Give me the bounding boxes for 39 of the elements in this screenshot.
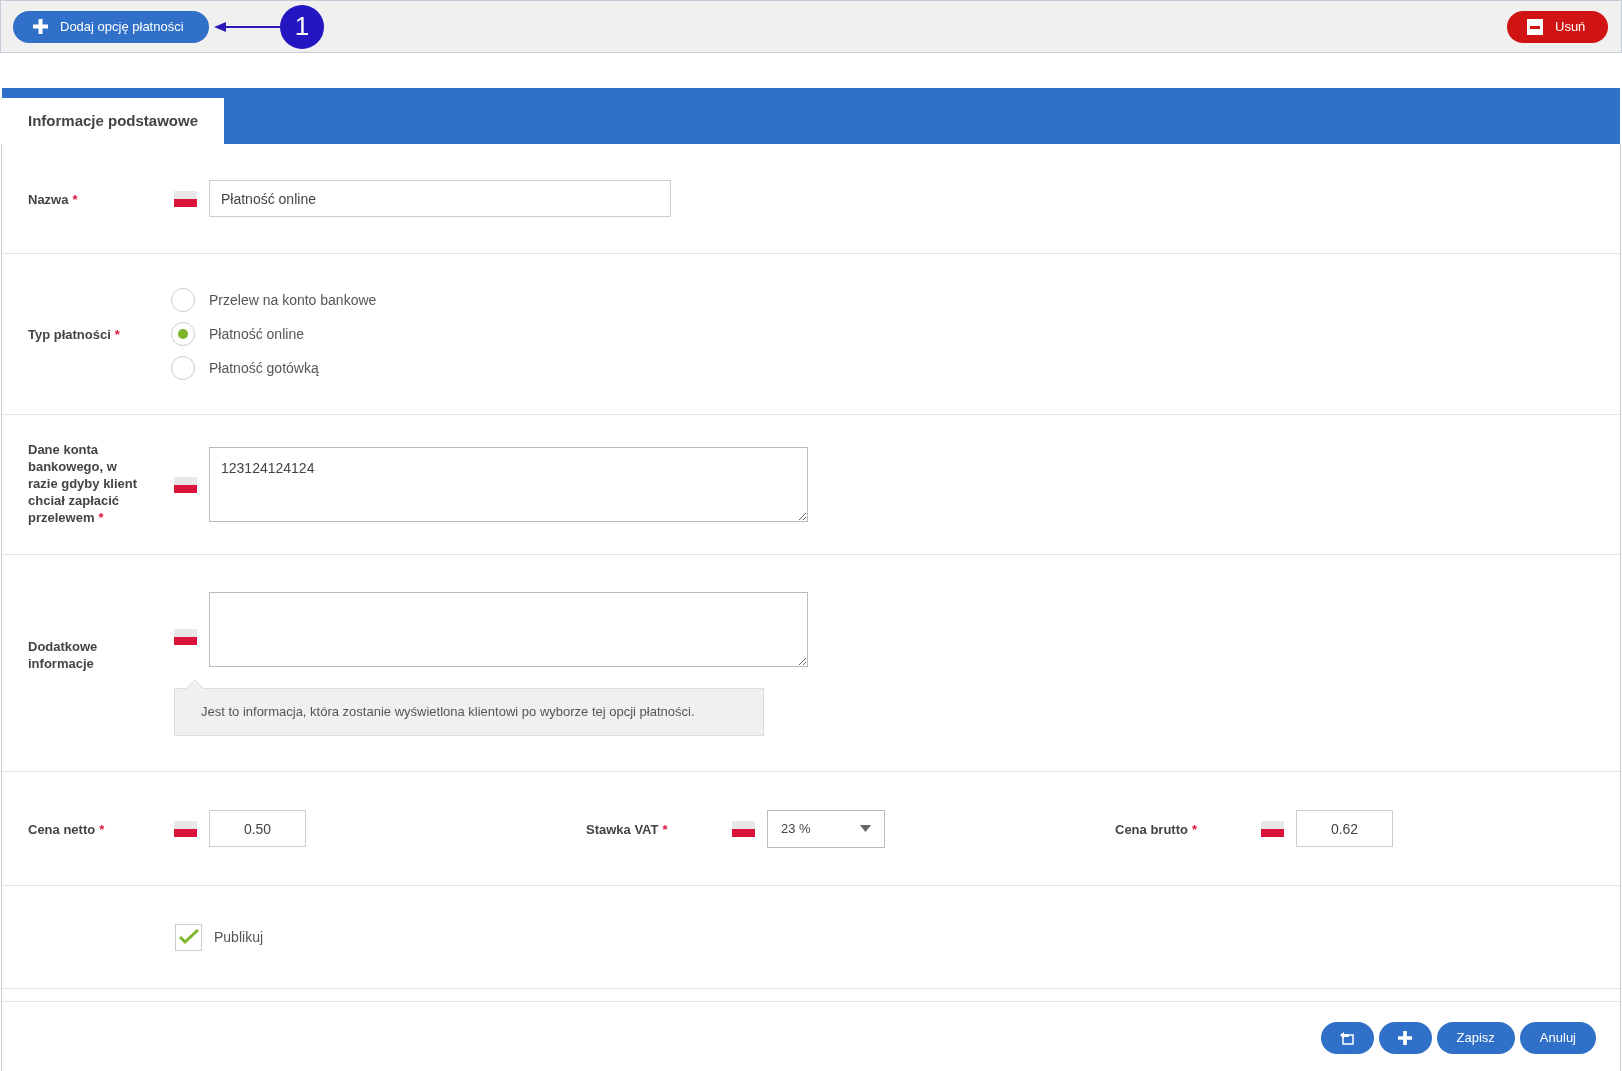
checkbox-label: Publikuj [214,927,264,947]
field-label: Dane konta bankowego, w razie gdyby klient chciał zapłacić przelewem * [28,440,139,526]
annotation-badge: 1 [280,4,324,49]
checkbox[interactable] [175,923,202,951]
field-label: Dodatkowe informacje [28,638,99,672]
radio-label: Przelew na konto bankowe [209,290,377,310]
minus-icon [1527,18,1543,35]
delete-button[interactable]: Usuń [1507,10,1608,43]
plus-icon [33,19,48,34]
field-label: Typ płatności * [28,326,120,343]
dropdown-caret-icon [860,825,871,832]
flag-icon [174,629,197,645]
action-button[interactable]: Zapisz [1436,1022,1515,1054]
price-input[interactable]: 0.62 [1296,810,1393,847]
bank-details-textarea[interactable]: 123124124124 [209,447,808,522]
action-button[interactable]: Anuluj [1519,1022,1596,1054]
tooltip-pointer [186,680,204,689]
add-button[interactable] [1378,1022,1432,1054]
field-label: Cena netto * [28,820,105,838]
vat-rate-select[interactable]: 23 % [767,809,885,848]
add-payment-option-button[interactable]: Dodaj opcję płatności [13,10,209,43]
field-label: Cena brutto * [1115,820,1197,838]
plus-icon [1398,1031,1413,1045]
flag-icon [174,476,197,493]
additional-info-textarea[interactable] [209,592,808,667]
annotation-arrow [214,20,280,33]
tab[interactable]: Informacje podstawowe [2,98,225,144]
radio-label: Płatność online [209,324,304,344]
flag-icon [174,820,197,837]
price-input[interactable]: 0.50 [209,810,306,847]
back-button[interactable] [1320,1022,1374,1054]
flag-icon [1261,820,1284,837]
flag-icon [732,820,755,837]
flag-icon [174,190,197,207]
radio-label: Płatność gotówką [209,358,319,378]
field-label: Nazwa * [28,190,78,208]
hint-tooltip: Jest to informacja, która zostanie wyświetlona klientowi po wyborze tej opcji płatności. [174,688,764,736]
field-label: Stawka VAT * [586,820,668,838]
name-input[interactable]: Płatność online [209,180,671,217]
